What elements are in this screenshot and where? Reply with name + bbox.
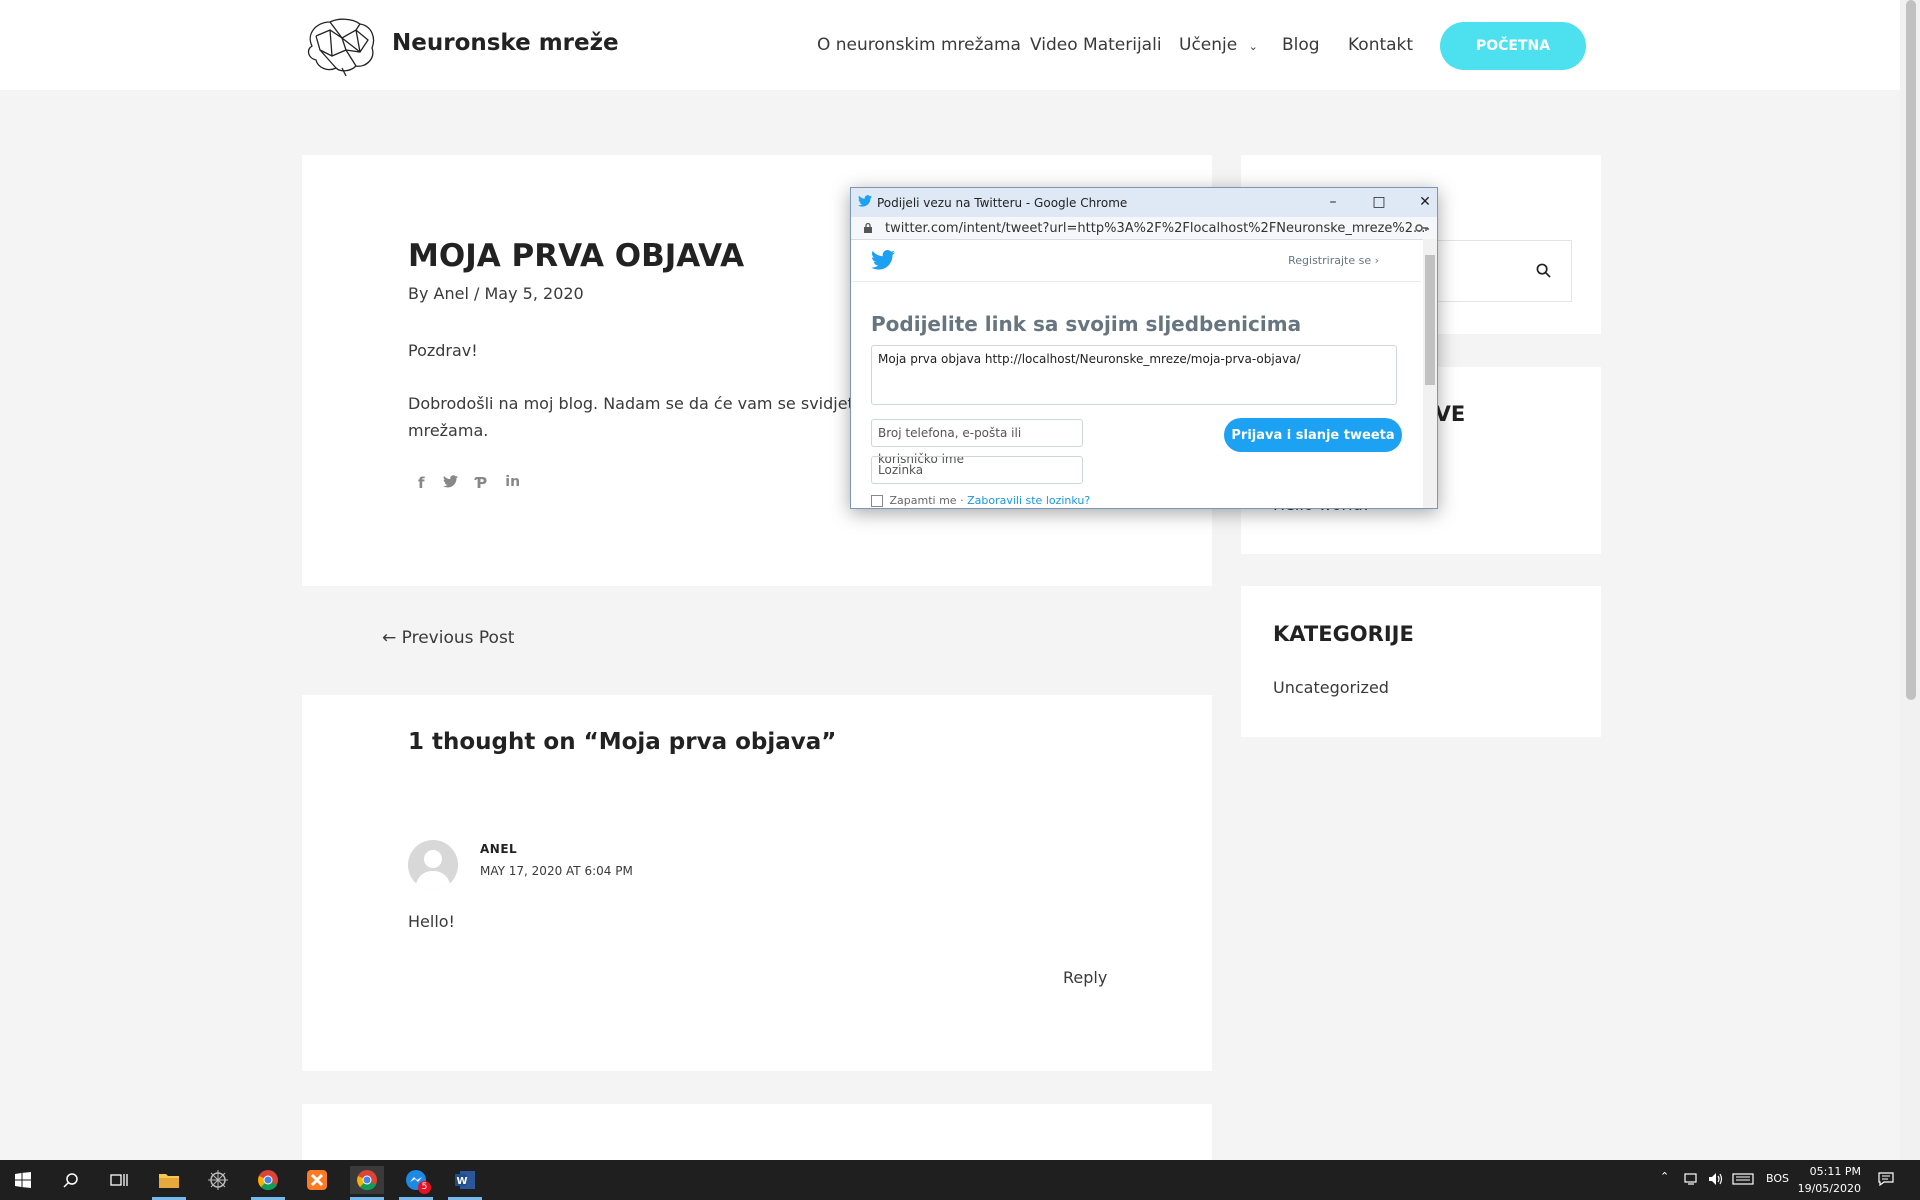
popup-titlebar[interactable]: Podijeli vezu na Twitteru - Google Chrom… [851, 188, 1437, 217]
reply-link[interactable]: Reply [1063, 968, 1107, 987]
post-author-link[interactable]: Anel [434, 284, 469, 303]
register-link[interactable]: Registrirajte se › [1288, 254, 1379, 267]
keyboard-icon[interactable] [1732, 1172, 1754, 1189]
comments-title: 1 thought on “Moja prva objava” [408, 729, 837, 755]
notification-badge: 5 [418, 1181, 431, 1194]
popup-url-bar[interactable]: twitter.com/intent/tweet?url=http%3A%2F%… [851, 217, 1437, 240]
messenger-icon[interactable]: 5 [399, 1166, 433, 1200]
twitter-share-popup[interactable]: Podijeli vezu na Twitteru - Google Chrom… [850, 187, 1438, 509]
comment-date[interactable]: MAY 17, 2020 AT 6:04 PM [480, 864, 633, 878]
post-paragraph-2: Dobrodošli na moj blog. Nadam se da će v… [408, 390, 884, 444]
close-icon[interactable]: ✕ [1413, 192, 1437, 212]
post-paragraph-2-line-1: Dobrodošli na moj blog. Nadam se da će v… [408, 394, 885, 413]
post-date[interactable]: May 5, 2020 [485, 284, 584, 303]
page-scrollbar[interactable] [1900, 0, 1920, 1160]
svg-text:W: W [457, 1176, 468, 1187]
taskbar: 5 W ⌃ BOS 05:11 PM 19/05/2020 [0, 1160, 1920, 1200]
brain-logo-icon[interactable] [302, 16, 378, 76]
popup-scrollbar[interactable] [1423, 239, 1437, 508]
task-view-icon[interactable] [102, 1166, 136, 1194]
remember-label[interactable]: Zapamti me [890, 494, 957, 507]
forgot-password-link[interactable]: Zaboravili ste lozinku? [967, 494, 1090, 507]
twitter-icon[interactable] [442, 474, 458, 492]
post-meta-separator: / [474, 284, 480, 303]
post-paragraph-1: Pozdrav! [408, 341, 478, 360]
minimize-icon[interactable]: – [1321, 192, 1345, 212]
key-icon[interactable] [1415, 223, 1429, 233]
nav-item-learning-label: Učenje [1179, 35, 1238, 55]
nav-item-blog[interactable]: Blog [1282, 35, 1320, 55]
clock-date: 19/05/2020 [1797, 1182, 1861, 1195]
facebook-icon[interactable]: f [418, 474, 425, 492]
nav-item-learning[interactable]: Učenje ⌄ [1179, 35, 1258, 55]
search-icon[interactable] [1536, 263, 1551, 278]
popup-url: twitter.com/intent/tweet?url=http%3A%2F%… [885, 221, 1426, 236]
post-paragraph-2-line-2: mrežama. [408, 421, 489, 440]
file-explorer-icon[interactable] [152, 1166, 186, 1200]
chrome-icon[interactable] [251, 1166, 285, 1200]
remember-separator: · [956, 494, 968, 507]
taskbar-clock[interactable]: 05:11 PM 19/05/2020 [1795, 1163, 1861, 1197]
previous-post-link[interactable]: ← Previous Post [382, 628, 514, 648]
nav-item-about[interactable]: O neuronskim mrežama [817, 35, 1021, 55]
password-field[interactable]: Lozinka [871, 456, 1083, 484]
network-icon[interactable] [1684, 1172, 1700, 1189]
nav-item-videos[interactable]: Video Materijali [1030, 35, 1162, 55]
word-icon[interactable]: W [448, 1166, 482, 1200]
post-title: MOJA PRVA OBJAVA [408, 238, 745, 274]
input-language[interactable]: BOS [1766, 1172, 1789, 1185]
pinterest-icon[interactable]: Ƥ [476, 474, 488, 492]
maximize-icon[interactable]: □ [1367, 192, 1391, 212]
twitter-logo-icon[interactable] [871, 250, 895, 270]
reply-form-card [302, 1104, 1212, 1164]
notifications-icon[interactable] [1878, 1172, 1894, 1189]
xampp-icon[interactable] [300, 1166, 334, 1194]
share-icons: f Ƥ in [418, 474, 520, 492]
login-and-tweet-button[interactable]: Prijava i slanje tweeta [1224, 418, 1402, 452]
site-header: Neuronske mreže O neuronskim mrežama Vid… [0, 0, 1900, 90]
lock-icon [864, 222, 872, 233]
post-meta: By Anel / May 5, 2020 [408, 284, 584, 303]
chrome-active-icon[interactable] [350, 1166, 384, 1200]
linkedin-icon[interactable]: in [505, 474, 520, 492]
windows-start-icon[interactable] [6, 1166, 40, 1194]
share-heading: Podijelite link sa svojim sljedbenicima [871, 312, 1302, 336]
tray-expand-icon[interactable]: ⌃ [1660, 1170, 1669, 1183]
comment-text: Hello! [408, 912, 455, 931]
post-meta-by: By [408, 284, 429, 303]
search-icon[interactable] [54, 1166, 88, 1194]
twitter-bird-icon [858, 195, 872, 207]
tweet-textarea[interactable]: Moja prva objava http://localhost/Neuron… [871, 345, 1397, 405]
username-field[interactable]: Broj telefona, e-pošta ili korisničko im… [871, 419, 1083, 466]
avatar [408, 840, 458, 890]
volume-icon[interactable] [1708, 1172, 1724, 1189]
site-title[interactable]: Neuronske mreže [392, 30, 619, 56]
clock-time: 05:11 PM [1809, 1165, 1861, 1178]
remember-row: Zapamti me · Zaboravili ste lozinku? [871, 494, 1090, 507]
category-link[interactable]: Uncategorized [1273, 678, 1389, 697]
popup-window-title: Podijeli vezu na Twitteru - Google Chrom… [877, 196, 1128, 210]
scrollbar-thumb[interactable] [1906, 0, 1916, 700]
twitter-header: Registrirajte se › [851, 239, 1421, 282]
categories-widget [1241, 586, 1601, 737]
categories-title: KATEGORIJE [1273, 622, 1414, 646]
comment-author[interactable]: ANEL [480, 842, 517, 856]
user-silhouette-icon [415, 850, 451, 890]
remember-checkbox[interactable] [871, 495, 883, 507]
nav-item-contact[interactable]: Kontakt [1348, 35, 1413, 55]
chevron-down-icon: ⌄ [1248, 40, 1258, 53]
home-button[interactable]: POČETNA [1440, 22, 1586, 70]
popup-scrollbar-thumb[interactable] [1425, 255, 1435, 385]
app-icon[interactable] [201, 1166, 235, 1194]
